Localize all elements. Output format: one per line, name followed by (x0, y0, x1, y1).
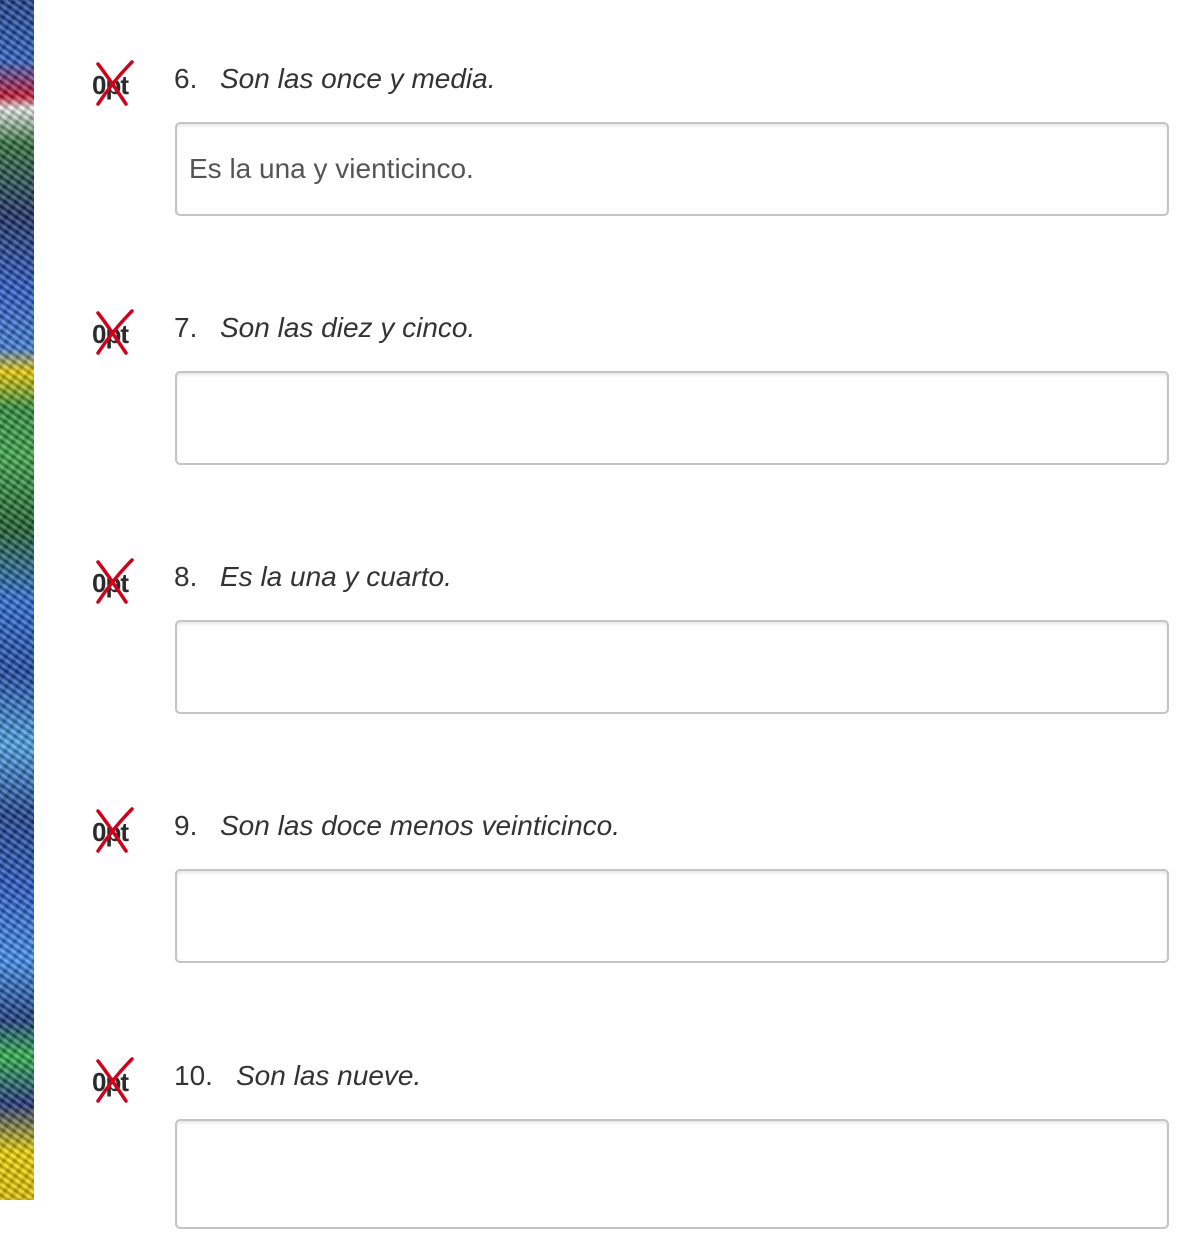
question-prompt: Son las diez y cinco. (220, 312, 476, 343)
question-prompt: Es la una y cuarto. (220, 561, 452, 592)
question-number: 8. (174, 561, 198, 592)
incorrect-x-icon (96, 60, 134, 106)
answer-input[interactable] (175, 620, 1169, 714)
question-8: 0pt 8. Es la una y cuarto. (0, 558, 1189, 758)
incorrect-x-icon (96, 1057, 134, 1103)
score-mark: 0pt (92, 807, 138, 855)
question-9: 0pt 9. Son las doce menos veinticinco. (0, 807, 1189, 1007)
score-mark: 0pt (92, 60, 138, 108)
score-mark: 0pt (92, 309, 138, 357)
question-number: 6. (174, 63, 198, 94)
question-6: 0pt 6. Son las once y media. (0, 60, 1189, 260)
question-number: 9. (174, 810, 198, 841)
question-10: 0pt 10. Son las nueve. (0, 1057, 1189, 1257)
question-number: 7. (174, 312, 198, 343)
score-mark: 0pt (92, 558, 138, 606)
question-7: 0pt 7. Son las diez y cinco. (0, 309, 1189, 509)
question-prompt: Son las nueve. (236, 1060, 422, 1091)
question-prompt: Son las doce menos veinticinco. (220, 810, 620, 841)
score-mark: 0pt (92, 1057, 138, 1105)
answer-input[interactable] (175, 1119, 1169, 1229)
answer-input[interactable] (175, 869, 1169, 963)
question-prompt: Son las once y media. (220, 63, 496, 94)
incorrect-x-icon (96, 309, 134, 355)
incorrect-x-icon (96, 807, 134, 853)
answer-input[interactable] (175, 371, 1169, 465)
question-number: 10. (174, 1060, 213, 1091)
answer-input[interactable] (175, 122, 1169, 216)
incorrect-x-icon (96, 558, 134, 604)
